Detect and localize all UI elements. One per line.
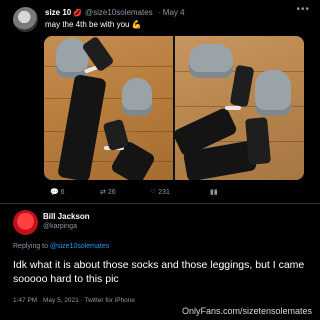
avatar[interactable] (13, 210, 38, 235)
tweet-text: may the 4th be with you 💪 (45, 20, 142, 29)
divider (0, 203, 320, 204)
tweet-timestamp[interactable]: 1:47 PM · May 5, 2021 · Twitter for iPho… (13, 297, 135, 304)
like-action[interactable]: ♡ 231 (150, 188, 170, 196)
mention-link[interactable]: @size10solemates (50, 243, 109, 250)
tweet-date[interactable]: · May 4 (158, 8, 185, 17)
like-count: 231 (158, 189, 170, 196)
handle[interactable]: @karpinga (43, 223, 77, 230)
watermark: OnlyFans.com/sizetensolemates (181, 306, 312, 316)
reply-icon[interactable]: 💬 (50, 189, 59, 196)
analytics-icon[interactable]: ▮▮ (210, 188, 218, 196)
tweet-photo-right[interactable] (171, 36, 304, 180)
retweet-action[interactable]: ⇄ 26 (100, 188, 116, 196)
reply-action[interactable]: 💬 6 (50, 188, 65, 196)
replying-prefix: Replying to (13, 243, 49, 250)
display-name[interactable]: Bill Jackson (43, 212, 90, 221)
handle[interactable]: @size10solemates (85, 8, 153, 17)
heart-icon[interactable]: ♡ (150, 189, 156, 196)
tweet-media[interactable] (44, 36, 304, 180)
retweet-icon[interactable]: ⇄ (100, 189, 106, 196)
avatar[interactable] (13, 7, 38, 32)
replying-to: Replying to @size10solemates (13, 243, 109, 250)
flexed-bicep-emoji: 💪 (131, 20, 142, 29)
more-dots-icon[interactable]: ••• (296, 4, 310, 15)
display-name[interactable]: size 10 (45, 8, 71, 17)
retweet-count: 26 (107, 189, 116, 196)
tweet-author[interactable]: size 10 💋 @size10solemates · May 4 (45, 8, 185, 17)
reply-count: 6 (60, 189, 65, 196)
lips-icon: 💋 (73, 10, 82, 17)
tweet-text: Idk what it is about those socks and tho… (13, 259, 305, 285)
tweet-photo-left[interactable] (44, 36, 173, 180)
tweet-text-content: may the 4th be with you (45, 20, 130, 29)
